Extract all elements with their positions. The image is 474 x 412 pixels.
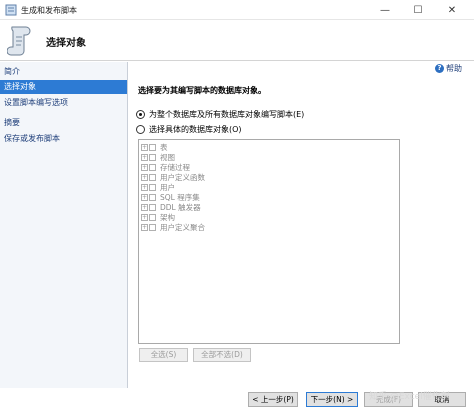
tree-item-user-defined-functions[interactable]: + 用户定义函数 — [141, 173, 205, 182]
help-label: 帮助 — [446, 64, 462, 73]
deselect-all-button[interactable]: 全部不选(D) — [193, 348, 251, 362]
checkbox[interactable] — [149, 204, 156, 211]
expand-icon[interactable]: + — [141, 164, 148, 171]
sidebar-item-intro[interactable]: 简介 — [0, 65, 127, 79]
scroll-icon — [7, 26, 31, 56]
checkbox[interactable] — [149, 194, 156, 201]
sidebar-item-summary[interactable]: 摘要 — [0, 116, 127, 130]
checkbox[interactable] — [149, 214, 156, 221]
sidebar-item-scripting-options[interactable]: 设置脚本编写选项 — [0, 96, 127, 110]
select-all-button[interactable]: 全选(S) — [139, 348, 188, 362]
object-tree[interactable]: + 表 + 视图 + 存储过程 + 用户定义函数 + 用户 + SQL 程序集 + DDL 触… — [138, 139, 400, 344]
tree-item-tables[interactable]: + 表 — [141, 143, 168, 152]
checkbox[interactable] — [149, 174, 156, 181]
expand-icon[interactable]: + — [141, 174, 148, 181]
checkbox[interactable] — [149, 184, 156, 191]
expand-icon[interactable]: + — [141, 194, 148, 201]
tree-item-schemas[interactable]: + 架构 — [141, 213, 175, 222]
help-icon: ? — [435, 64, 444, 73]
sidebar-item-save-or-publish[interactable]: 保存或发布脚本 — [0, 132, 127, 146]
help-link[interactable]: ? 帮助 — [435, 63, 462, 74]
tree-item-stored-procedures[interactable]: + 存储过程 — [141, 163, 190, 172]
instruction-text: 选择要为其编写脚本的数据库对象。 — [138, 86, 266, 95]
next-button[interactable]: 下一步(N) > — [306, 392, 358, 407]
wizard-steps-sidebar: 简介 选择对象 设置脚本编写选项 摘要 保存或发布脚本 — [0, 62, 128, 388]
main-panel: ? 帮助 选择要为其编写脚本的数据库对象。 为整个数据库及所有数据库对象编写脚本… — [129, 62, 474, 388]
radio-select-specific-objects[interactable]: 选择具体的数据库对象(O) — [136, 124, 242, 135]
radio-button-selected[interactable] — [136, 110, 145, 119]
tree-item-sql-assemblies[interactable]: + SQL 程序集 — [141, 193, 200, 202]
radio-script-entire-database[interactable]: 为整个数据库及所有数据库对象编写脚本(E) — [136, 109, 304, 120]
expand-icon[interactable]: + — [141, 204, 148, 211]
checkbox[interactable] — [149, 224, 156, 231]
checkbox[interactable] — [149, 144, 156, 151]
expand-icon[interactable]: + — [141, 144, 148, 151]
expand-icon[interactable]: + — [141, 214, 148, 221]
checkbox[interactable] — [149, 154, 156, 161]
tree-item-ddl-triggers[interactable]: + DDL 触发器 — [141, 203, 201, 212]
sidebar-item-choose-objects[interactable]: 选择对象 — [0, 80, 127, 94]
expand-icon[interactable]: + — [141, 154, 148, 161]
expand-icon[interactable]: + — [141, 224, 148, 231]
page-heading: 选择对象 — [46, 38, 86, 49]
previous-button[interactable]: < 上一步(P) — [248, 392, 298, 407]
expand-icon[interactable]: + — [141, 184, 148, 191]
wizard-banner: 选择对象 — [0, 21, 474, 61]
checkbox[interactable] — [149, 164, 156, 171]
radio-all-label: 为整个数据库及所有数据库对象编写脚本(E) — [149, 110, 305, 119]
window-title: 生成和发布脚本 — [21, 6, 77, 15]
tree-item-views[interactable]: + 视图 — [141, 153, 175, 162]
tree-item-label: 用户定义聚合 — [160, 223, 205, 232]
close-button[interactable]: ✕ — [432, 0, 472, 20]
radio-specific-label: 选择具体的数据库对象(O) — [149, 125, 242, 134]
watermark-text: 知乎 @Excel催化剂 — [369, 392, 450, 402]
radio-button-unselected[interactable] — [136, 125, 145, 134]
tree-item-user-defined-aggregates[interactable]: + 用户定义聚合 — [141, 223, 205, 232]
title-bar: 生成和发布脚本 — ☐ ✕ — [0, 0, 474, 20]
tree-item-users[interactable]: + 用户 — [141, 183, 175, 192]
script-wizard-icon — [5, 4, 17, 16]
